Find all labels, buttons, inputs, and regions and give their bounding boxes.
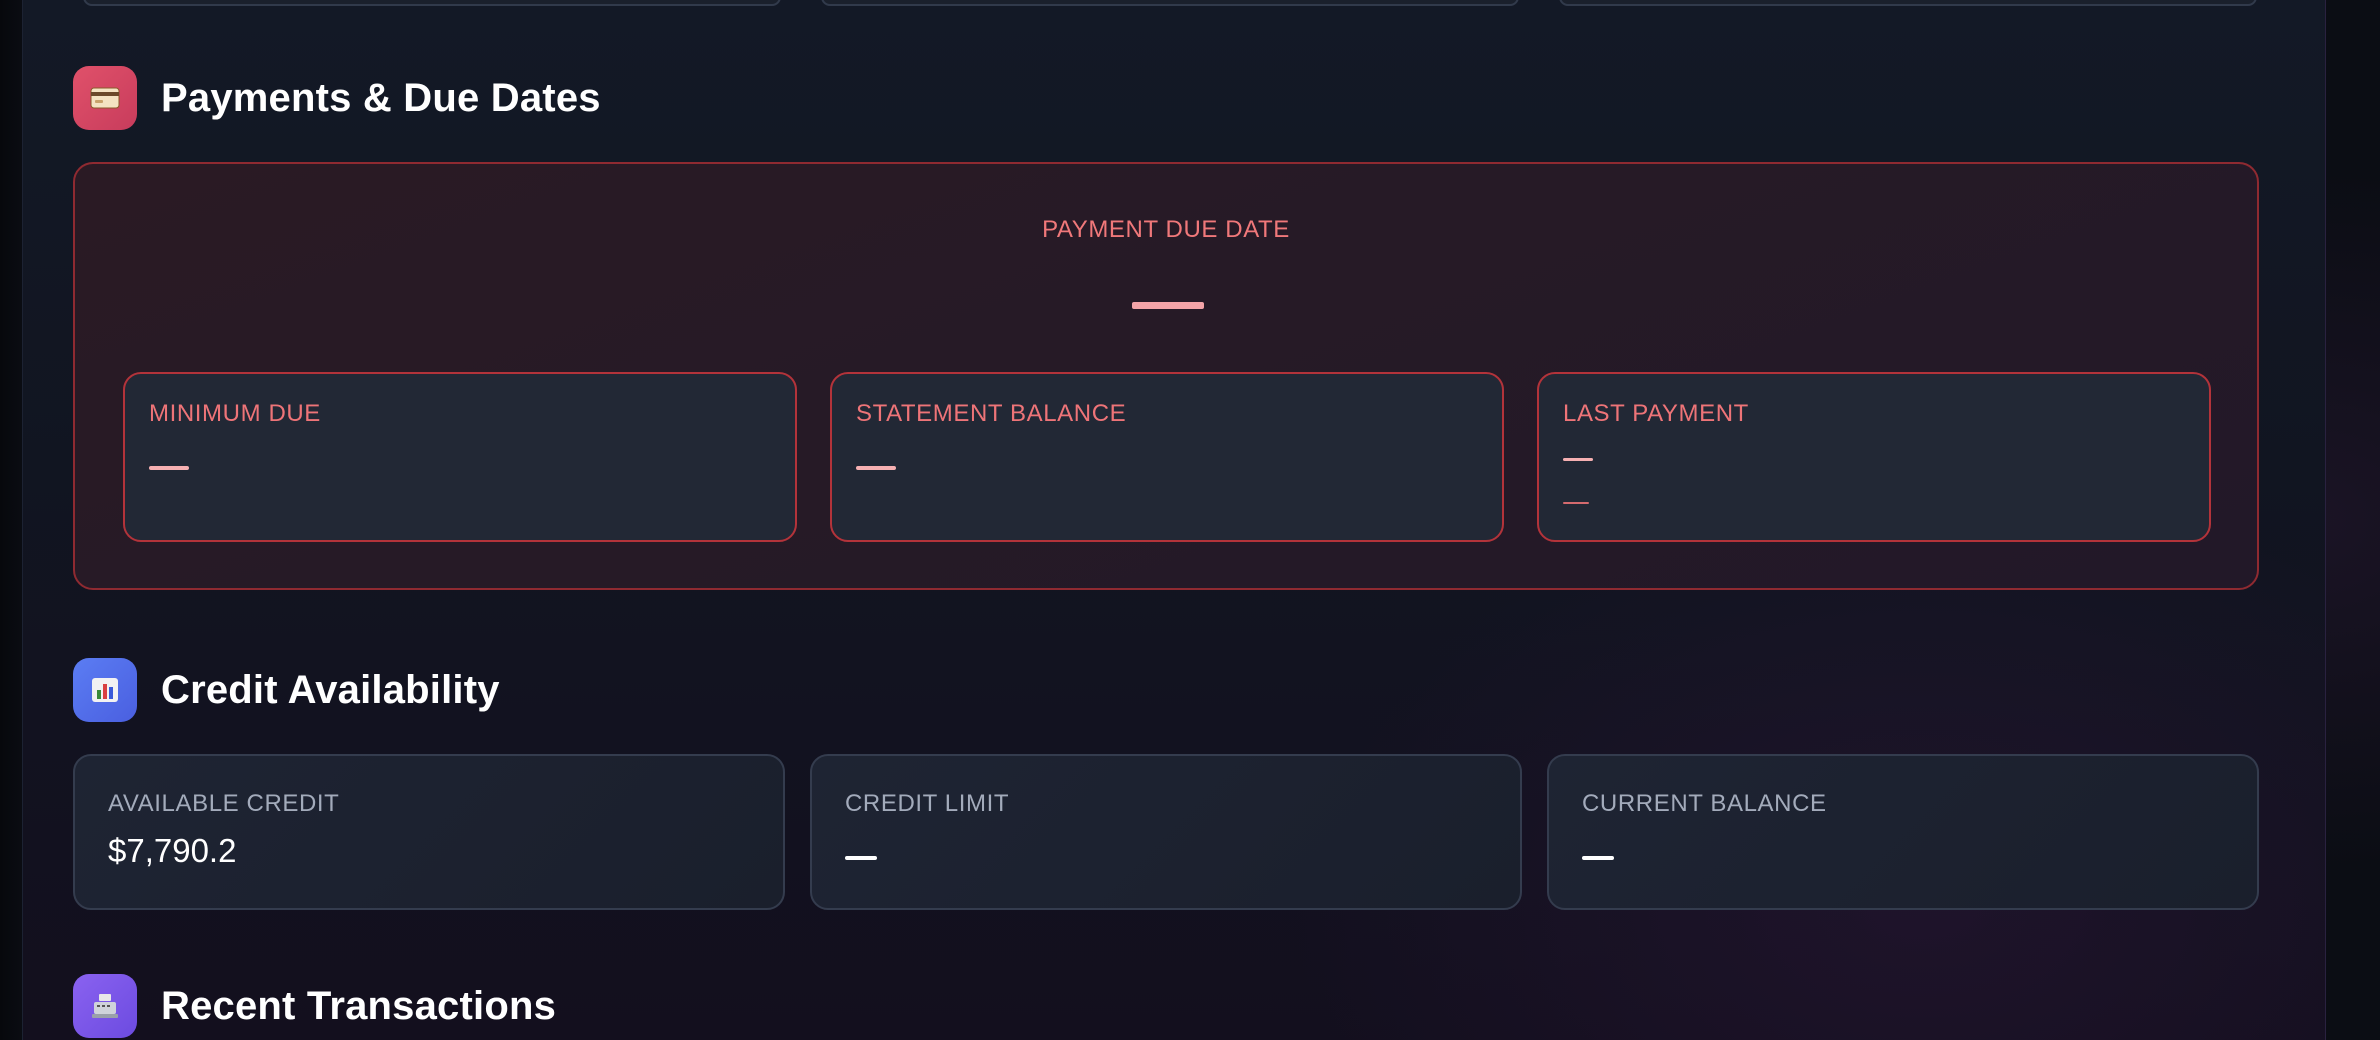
dashboard-panel: Payments & Due Dates PAYMENT DUE DATE MI…: [22, 0, 2326, 1040]
credit-limit-card: CREDIT LIMIT: [810, 754, 1522, 910]
statement-balance-card: STATEMENT BALANCE: [830, 372, 1504, 542]
transactions-section-header: Recent Transactions: [73, 974, 556, 1038]
cash-register-icon: [73, 974, 137, 1038]
payments-section-title: Payments & Due Dates: [161, 75, 601, 120]
previous-card-stub: [821, 0, 1519, 6]
last-payment-label: LAST PAYMENT: [1563, 400, 1749, 427]
bar-chart-icon: [73, 658, 137, 722]
last-payment-value: [1563, 458, 1593, 461]
statement-balance-label: STATEMENT BALANCE: [856, 400, 1127, 427]
payment-due-card: PAYMENT DUE DATE MINIMUM DUE STATEMENT B…: [73, 162, 2259, 590]
credit-limit-value: [845, 856, 877, 860]
minimum-due-card: MINIMUM DUE: [123, 372, 797, 542]
current-balance-label: CURRENT BALANCE: [1582, 790, 1827, 817]
credit-limit-label: CREDIT LIMIT: [845, 790, 1010, 817]
transactions-section-title: Recent Transactions: [161, 983, 557, 1028]
available-credit-card: AVAILABLE CREDIT $7,790.2: [73, 754, 785, 910]
previous-card-stub: [83, 0, 781, 6]
previous-card-stub: [1559, 0, 2257, 6]
available-credit-label: AVAILABLE CREDIT: [108, 790, 340, 817]
minimum-due-value: [149, 466, 189, 470]
payments-section-header: Payments & Due Dates: [73, 66, 601, 130]
payment-due-date-value: [1132, 302, 1204, 309]
last-payment-date: [1563, 502, 1589, 504]
payment-due-date-label: PAYMENT DUE DATE: [1042, 216, 1290, 243]
credit-section-header: Credit Availability: [73, 658, 500, 722]
current-balance-value: [1582, 856, 1614, 860]
minimum-due-label: MINIMUM DUE: [149, 400, 321, 427]
statement-balance-value: [856, 466, 896, 470]
credit-section-title: Credit Availability: [161, 667, 500, 712]
available-credit-value: $7,790.2: [108, 832, 237, 869]
credit-card-icon: [73, 66, 137, 130]
current-balance-card: CURRENT BALANCE: [1547, 754, 2259, 910]
last-payment-card: LAST PAYMENT: [1537, 372, 2211, 542]
